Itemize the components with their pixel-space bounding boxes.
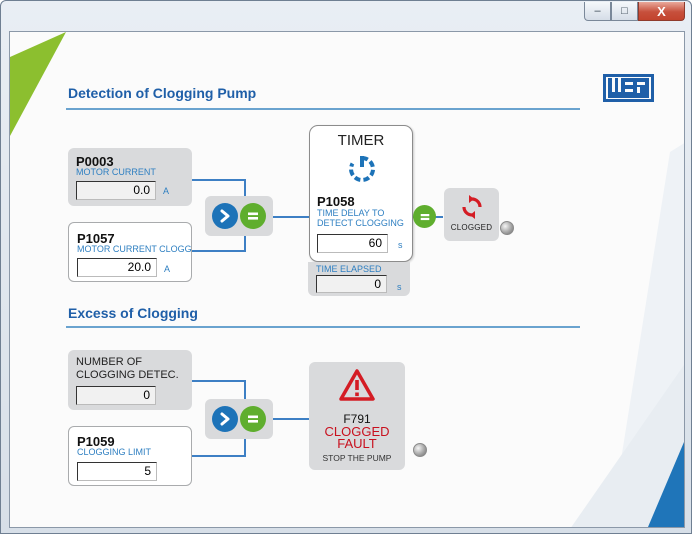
- motor-current-panel: P0003 MOTOR CURRENT 0.0 A: [68, 148, 192, 206]
- motor-current-value: 0.0: [76, 181, 156, 200]
- fault-action: STOP THE PUMP: [322, 453, 392, 463]
- weg-logo: [603, 74, 654, 102]
- clogging-detections-value: 0: [76, 386, 156, 405]
- param-description: CLOGGING DETEC.: [76, 369, 179, 381]
- main-panel: Detection of Clogging Pump P0003 MOTOR C…: [9, 31, 685, 528]
- unit-label: s: [397, 282, 402, 292]
- timer-title: TIMER: [337, 132, 385, 149]
- param-code: P1058: [317, 194, 355, 209]
- unit-label: A: [164, 264, 171, 274]
- connector-line: [272, 418, 310, 420]
- param-description: MOTOR CURRENT CLOGG.: [77, 244, 195, 254]
- equals-icon: [413, 205, 436, 228]
- clogging-limit-panel: P1059 CLOGGING LIMIT 5: [68, 426, 192, 486]
- section-title-detection: Detection of Clogging Pump: [68, 85, 257, 101]
- time-elapsed-value: 0: [316, 275, 387, 293]
- comparator-block: [205, 196, 273, 236]
- time-elapsed-label: TIME ELAPSED: [316, 264, 382, 274]
- param-description: TIME DELAY TO: [317, 208, 385, 218]
- blue-corner-decoration: [648, 442, 684, 527]
- title-bar: – □ X: [1, 1, 691, 31]
- fault-line-2: FAULT: [337, 436, 377, 451]
- warning-icon: [339, 369, 375, 401]
- close-button[interactable]: X: [638, 2, 685, 21]
- power-timer-icon: [349, 156, 375, 182]
- clogged-indicator-led: [500, 221, 514, 235]
- timer-panel: TIMER P1058 TIME DELAY TO DETECT CLOGGIN…: [309, 125, 413, 262]
- greater-than-icon: [212, 406, 238, 432]
- motor-current-clogg-input[interactable]: 20.0: [77, 258, 157, 277]
- maximize-button[interactable]: □: [611, 2, 638, 21]
- time-delay-input[interactable]: 60: [317, 234, 388, 253]
- section-divider: [66, 326, 580, 328]
- connector-line: [192, 250, 245, 252]
- section-divider: [66, 108, 580, 110]
- clogging-limit-input[interactable]: 5: [77, 462, 157, 481]
- equals-icon: [240, 203, 266, 229]
- param-description: CLOGGING LIMIT: [77, 447, 152, 457]
- connector-line: [272, 216, 310, 218]
- fault-indicator-led: [413, 443, 427, 457]
- unit-label: A: [163, 186, 170, 196]
- connector-line: [192, 380, 245, 382]
- connector-line: [192, 179, 245, 181]
- green-corner-decoration: [10, 32, 66, 136]
- comparator-block: [205, 399, 273, 439]
- param-description: NUMBER OF: [76, 356, 142, 368]
- greater-than-icon: [212, 203, 238, 229]
- param-description: MOTOR CURRENT: [76, 167, 156, 177]
- clogged-fault-panel: F791 CLOGGED FAULT STOP THE PUMP: [309, 362, 405, 470]
- clogging-detections-panel: NUMBER OF CLOGGING DETEC. 0: [68, 350, 192, 410]
- app-window: – □ X Detection of Clogging Pump P0003 M…: [0, 0, 692, 534]
- clogged-label: CLOGGED: [450, 223, 493, 232]
- section-title-excess: Excess of Clogging: [68, 305, 198, 321]
- equals-icon: [240, 406, 266, 432]
- clogged-status: CLOGGED: [444, 188, 499, 241]
- param-description: DETECT CLOGGING: [317, 218, 404, 228]
- time-elapsed-panel: TIME ELAPSED 0 s: [308, 262, 410, 296]
- connector-line: [192, 455, 245, 457]
- unit-label: s: [398, 240, 403, 250]
- refresh-icon: [462, 195, 482, 219]
- motor-current-clogg-panel: P1057 MOTOR CURRENT CLOGG. 20.0 A: [68, 222, 195, 282]
- minimize-button[interactable]: –: [584, 2, 611, 21]
